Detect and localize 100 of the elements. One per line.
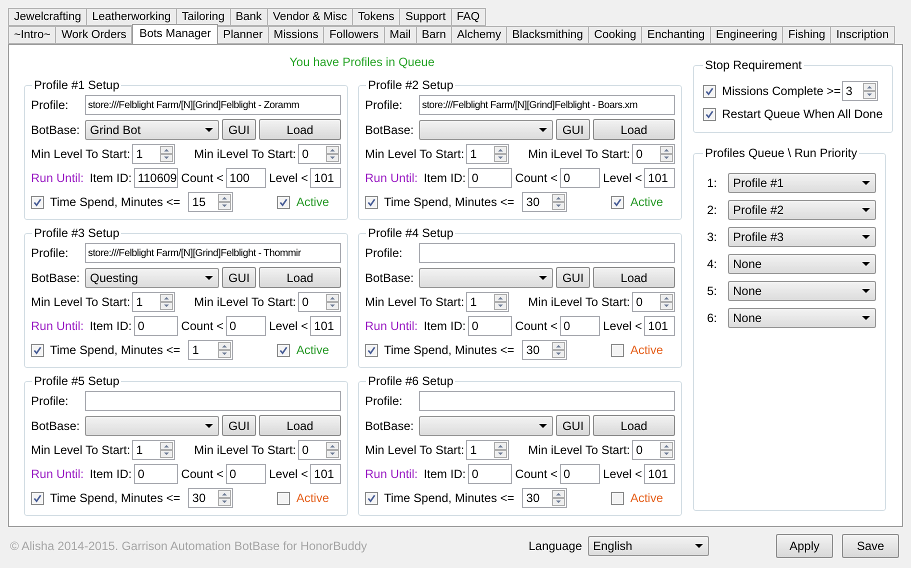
number-spinner[interactable]: 1 [466, 292, 510, 312]
load-button[interactable]: Load [593, 267, 675, 288]
save-button[interactable]: Save [842, 534, 899, 558]
number-spinner[interactable]: 1 [132, 440, 176, 460]
number-spinner[interactable]: 30 [188, 488, 234, 508]
dropdown[interactable] [85, 416, 219, 436]
count-field[interactable]: 0 [226, 316, 266, 336]
checkbox[interactable] [365, 492, 378, 504]
dropdown[interactable]: Grind Bot [85, 120, 219, 140]
number-spinner[interactable]: 3 [842, 81, 878, 101]
tab[interactable]: Work Orders [55, 26, 132, 44]
level-field[interactable]: 101 [644, 316, 676, 336]
level-field[interactable]: 101 [644, 464, 676, 484]
count-field[interactable]: 0 [226, 464, 266, 484]
profile-path-field[interactable] [85, 391, 341, 411]
item-id-field[interactable]: 0 [468, 316, 512, 336]
checkbox[interactable] [277, 196, 290, 208]
dropdown[interactable] [419, 120, 553, 140]
level-field[interactable]: 101 [310, 464, 342, 484]
tab[interactable]: Alchemy [451, 26, 508, 44]
tab[interactable]: Leatherworking [86, 8, 177, 26]
load-button[interactable]: Load [593, 415, 675, 436]
tab[interactable]: Blacksmithing [506, 26, 590, 44]
level-field[interactable]: 101 [644, 168, 676, 188]
tab[interactable]: Jewelcrafting [8, 8, 88, 26]
tab[interactable]: Tailoring [176, 8, 231, 26]
number-spinner[interactable]: 0 [632, 292, 675, 312]
number-spinner[interactable]: 1 [466, 144, 510, 164]
number-spinner[interactable]: 0 [298, 292, 341, 312]
dropdown[interactable]: None [728, 254, 876, 274]
dropdown[interactable]: English [588, 536, 709, 556]
checkbox[interactable] [31, 492, 44, 504]
item-id-field[interactable]: 0 [134, 316, 178, 336]
item-id-field[interactable]: 0 [134, 464, 178, 484]
checkbox[interactable] [31, 344, 44, 356]
item-id-field[interactable]: 0 [468, 464, 512, 484]
checkbox[interactable] [365, 344, 378, 356]
tab[interactable]: Inscription [830, 26, 895, 44]
tab[interactable]: Barn [416, 26, 452, 44]
dropdown[interactable] [419, 268, 553, 288]
load-button[interactable]: Load [259, 119, 341, 140]
level-field[interactable]: 101 [310, 168, 342, 188]
dropdown[interactable]: Questing [85, 268, 219, 288]
load-button[interactable]: Load [259, 267, 341, 288]
dropdown[interactable]: Profile #3 [728, 227, 876, 247]
tab[interactable]: Support [399, 8, 452, 26]
profile-path-field[interactable]: store:///Felblight Farm/[N][Grind]Felblight - Boars.xm [419, 95, 675, 115]
load-button[interactable]: Load [593, 119, 675, 140]
checkbox[interactable] [703, 108, 716, 120]
count-field[interactable]: 0 [560, 168, 600, 188]
profile-path-field[interactable] [419, 243, 675, 263]
dropdown[interactable]: None [728, 281, 876, 301]
number-spinner[interactable]: 1 [466, 440, 510, 460]
tab[interactable]: FAQ [450, 8, 486, 26]
dropdown[interactable]: Profile #1 [728, 173, 876, 193]
tab[interactable]: Planner [217, 26, 269, 44]
level-field[interactable]: 101 [310, 316, 342, 336]
gui-button[interactable]: GUI [222, 415, 256, 436]
profile-path-field[interactable]: store:///Felblight Farm/[N][Grind]Felblight - Zoramm [85, 95, 341, 115]
gui-button[interactable]: GUI [222, 267, 256, 288]
tab[interactable]: Followers [323, 26, 385, 44]
count-field[interactable]: 100 [226, 168, 266, 188]
number-spinner[interactable]: 0 [632, 144, 675, 164]
number-spinner[interactable]: 1 [132, 144, 176, 164]
dropdown[interactable]: None [728, 308, 876, 328]
number-spinner[interactable]: 30 [522, 488, 568, 508]
gui-button[interactable]: GUI [556, 267, 590, 288]
checkbox[interactable] [611, 492, 624, 504]
checkbox[interactable] [611, 196, 624, 208]
number-spinner[interactable]: 30 [522, 340, 568, 360]
number-spinner[interactable]: 1 [188, 340, 234, 360]
load-button[interactable]: Load [259, 415, 341, 436]
apply-button[interactable]: Apply [776, 534, 833, 558]
profile-path-field[interactable]: store:///Felblight Farm/[N][Grind]Felblight - Thommir [85, 243, 341, 263]
number-spinner[interactable]: 1 [132, 292, 176, 312]
tab[interactable]: Vendor & Misc [266, 8, 353, 26]
tab[interactable]: Tokens [352, 8, 400, 26]
tab[interactable]: Fishing [782, 26, 832, 44]
number-spinner[interactable]: 30 [522, 192, 568, 212]
checkbox[interactable] [31, 196, 44, 208]
checkbox[interactable] [611, 344, 624, 356]
checkbox[interactable] [277, 492, 290, 504]
checkbox[interactable] [365, 196, 378, 208]
tab[interactable]: Bots Manager [132, 24, 218, 44]
count-field[interactable]: 0 [560, 316, 600, 336]
item-id-field[interactable]: 110609 [134, 168, 178, 188]
gui-button[interactable]: GUI [556, 119, 590, 140]
gui-button[interactable]: GUI [556, 415, 590, 436]
tab[interactable]: Missions [268, 26, 324, 44]
tab[interactable]: Mail [384, 26, 417, 44]
dropdown[interactable] [419, 416, 553, 436]
profile-path-field[interactable] [419, 391, 675, 411]
number-spinner[interactable]: 0 [298, 440, 341, 460]
gui-button[interactable]: GUI [222, 119, 256, 140]
number-spinner[interactable]: 15 [188, 192, 234, 212]
checkbox[interactable] [277, 344, 290, 356]
tab[interactable]: Cooking [588, 26, 642, 44]
tab[interactable]: Enchanting [641, 26, 711, 44]
number-spinner[interactable]: 0 [632, 440, 675, 460]
tab[interactable]: Engineering [710, 26, 784, 44]
